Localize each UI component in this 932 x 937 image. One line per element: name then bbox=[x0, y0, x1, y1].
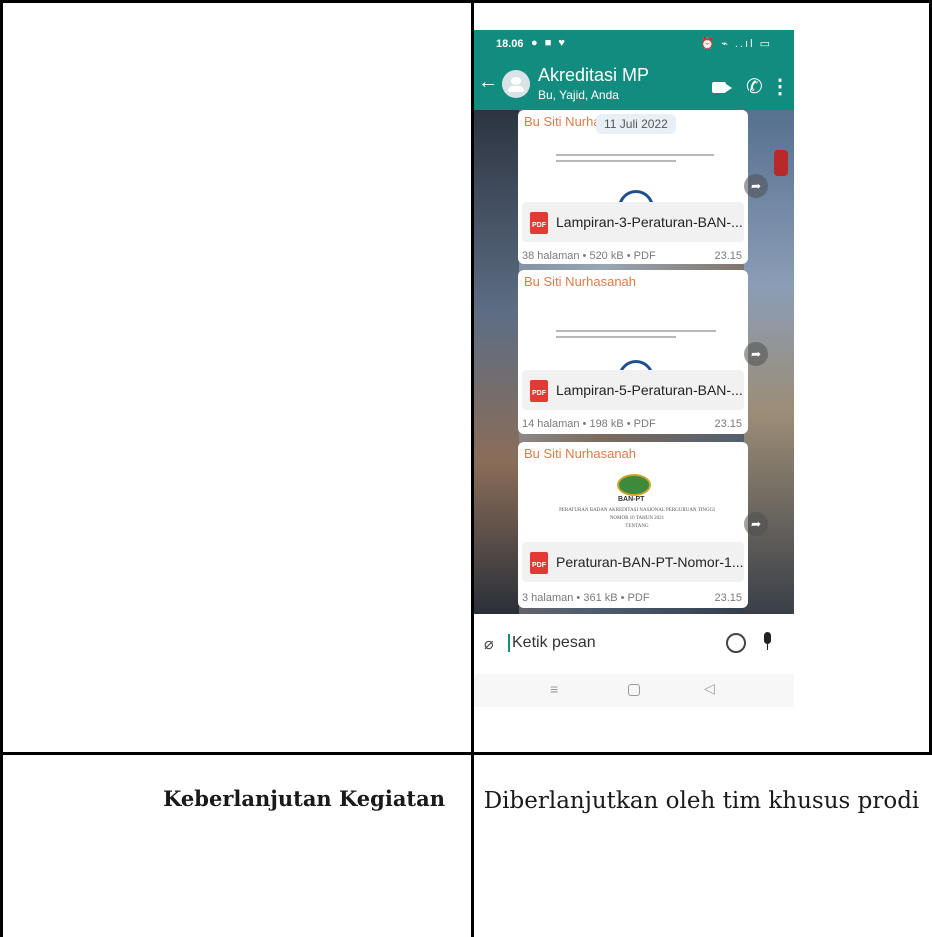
status-time: 18.06 bbox=[496, 38, 524, 50]
forward-icon[interactable]: ➦ bbox=[744, 342, 768, 366]
document-preview[interactable]: BAN-PT PERATURAN BADAN AKREDITASI NASION… bbox=[522, 466, 744, 542]
message-time: 23.15 bbox=[714, 592, 742, 604]
message-time: 23.15 bbox=[714, 418, 742, 430]
file-attachment[interactable]: PDF Peraturan-BAN-PT-Nomor-1... bbox=[522, 542, 744, 582]
message-time: 23.15 bbox=[714, 250, 742, 262]
message-input[interactable]: Ketik pesan bbox=[508, 634, 596, 652]
chat-header: 18.06 ● ■ ♥ ⏰ ⌁ ..ıl ▭ ← Akreditasi MP B… bbox=[474, 30, 794, 110]
notification-icons: ● ■ ♥ bbox=[531, 37, 567, 49]
attach-icon[interactable]: ⌀ bbox=[484, 634, 494, 654]
file-attachment[interactable]: PDF Lampiran-3-Peraturan-BAN-... bbox=[522, 202, 744, 242]
emoji-icon[interactable] bbox=[726, 633, 746, 653]
pdf-icon: PDF bbox=[530, 212, 548, 234]
group-avatar-icon[interactable] bbox=[502, 70, 530, 98]
pdf-icon: PDF bbox=[530, 380, 548, 402]
pdf-icon: PDF bbox=[530, 552, 548, 574]
row-value: Diberlanjutkan oleh tim khusus prodi bbox=[483, 788, 920, 814]
nav-menu-icon[interactable]: ≡ bbox=[550, 681, 558, 697]
android-nav-bar: ≡ ◁ bbox=[474, 674, 794, 707]
ban-pt-logo bbox=[617, 474, 651, 496]
date-chip: 11 Juli 2022 bbox=[596, 114, 676, 134]
sender-name: Bu Siti Nurhasanah bbox=[524, 274, 637, 289]
file-meta: 14 halaman • 198 kB • PDF bbox=[522, 418, 656, 430]
file-attachment[interactable]: PDF Lampiran-5-Peraturan-BAN-... bbox=[522, 370, 744, 410]
document-preview[interactable] bbox=[522, 294, 744, 404]
message-bubble[interactable]: Bu Siti Nurhasanah PDF Lampiran-5-Peratu… bbox=[518, 270, 748, 434]
row-label: Keberlanjutan Kegiatan bbox=[163, 786, 445, 811]
message-bubble[interactable]: Bu Siti Nurhasanah BAN-PT PERATURAN BADA… bbox=[518, 442, 748, 608]
nav-back-icon[interactable]: ◁ bbox=[704, 680, 715, 697]
table-border-top bbox=[0, 0, 932, 3]
chat-title[interactable]: Akreditasi MP bbox=[538, 65, 649, 86]
file-meta: 38 halaman • 520 kB • PDF bbox=[522, 250, 656, 262]
phone-call-icon[interactable]: ✆ bbox=[746, 74, 763, 99]
mic-icon[interactable] bbox=[764, 632, 771, 650]
chat-wallpaper: Bu Siti Nurha PDF Lampiran-3-Peraturan-B… bbox=[474, 110, 794, 614]
message-input-bar: ⌀ Ketik pesan bbox=[474, 614, 794, 674]
forward-icon[interactable]: ➦ bbox=[744, 174, 768, 198]
system-status-icons: ⏰ ⌁ ..ıl ▭ bbox=[700, 38, 772, 50]
preview-line: NOMOR 10 TAHUN 2021 bbox=[609, 516, 665, 521]
forward-icon[interactable]: ➦ bbox=[744, 512, 768, 536]
status-bar: 18.06 ● ■ ♥ ⏰ ⌁ ..ıl ▭ bbox=[474, 30, 794, 56]
sender-name: Bu Siti Nurhasanah bbox=[524, 446, 637, 461]
file-meta: 3 halaman • 361 kB • PDF bbox=[522, 592, 650, 604]
preview-line: PERATURAN BADAN AKREDITASI NASIONAL PERG… bbox=[559, 508, 715, 513]
nav-home-icon[interactable] bbox=[628, 684, 640, 696]
document-preview[interactable] bbox=[522, 134, 744, 234]
sender-name: Bu Siti Nurha bbox=[524, 114, 601, 129]
file-name: Lampiran-3-Peraturan-BAN-... bbox=[556, 214, 743, 230]
chat-participants: Bu, Yajid, Anda bbox=[538, 88, 619, 102]
preview-line: TENTANG bbox=[625, 524, 649, 529]
back-arrow-icon[interactable]: ← bbox=[478, 71, 498, 94]
file-name: Peraturan-BAN-PT-Nomor-1... bbox=[556, 554, 744, 570]
table-row-divider bbox=[0, 752, 932, 755]
video-call-icon[interactable] bbox=[712, 82, 732, 93]
logo-text: BAN-PT bbox=[618, 496, 645, 503]
file-name: Lampiran-5-Peraturan-BAN-... bbox=[556, 382, 743, 398]
whatsapp-screenshot: 18.06 ● ■ ♥ ⏰ ⌁ ..ıl ▭ ← Akreditasi MP B… bbox=[474, 30, 794, 707]
more-menu-icon[interactable]: ⋮ bbox=[770, 74, 790, 99]
